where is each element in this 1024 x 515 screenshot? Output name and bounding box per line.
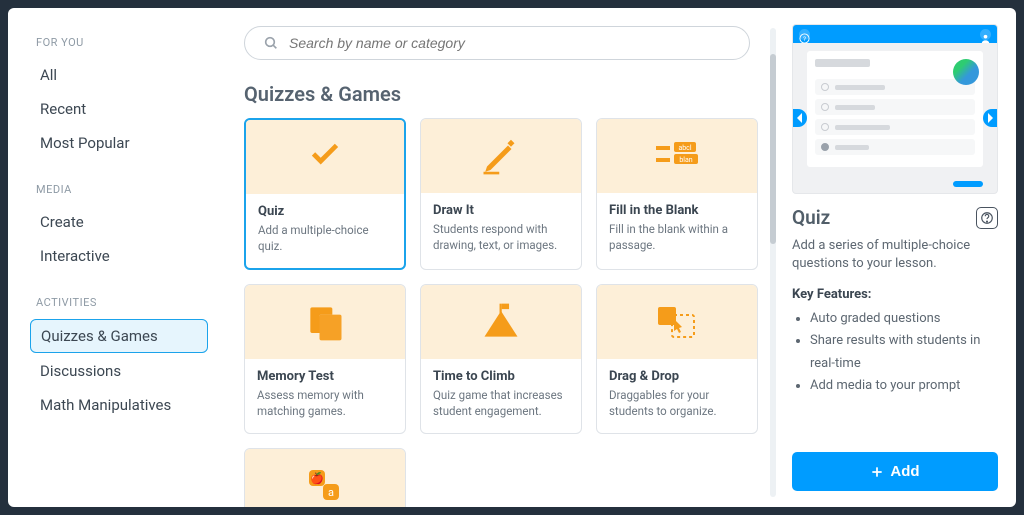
panel-desc: Add a series of multiple-choice question…: [792, 237, 998, 273]
sidebar-item-math-manipulatives[interactable]: Math Manipulatives: [30, 389, 208, 421]
sidebar-group-label: FOR YOU: [36, 36, 208, 49]
card-desc: Add a multiple-choice quiz.: [258, 223, 392, 254]
sidebar-item-discussions[interactable]: Discussions: [30, 355, 208, 387]
feature-item: Auto graded questions: [810, 308, 998, 330]
abc-icon: 🍎 a: [303, 466, 347, 506]
card-desc: Quiz game that increases student engagem…: [433, 388, 569, 419]
card-draw-it[interactable]: Draw It Students respond with drawing, t…: [420, 118, 582, 270]
user-icon: [980, 29, 991, 40]
info-icon[interactable]: [976, 207, 998, 229]
svg-text:blan: blan: [679, 156, 692, 164]
card-desc: Assess memory with matching games.: [257, 388, 393, 419]
add-button[interactable]: Add: [792, 452, 998, 491]
drag-icon: [652, 301, 702, 343]
svg-text:a: a: [328, 486, 334, 499]
sidebar-item-create[interactable]: Create: [30, 206, 208, 238]
card-title: Memory Test: [257, 369, 393, 384]
sidebar-group-label: ACTIVITIES: [36, 296, 208, 309]
fill-blank-icon: abcl blan: [650, 136, 704, 176]
panel-title: Quiz: [792, 206, 830, 229]
svg-text:?: ?: [803, 34, 806, 42]
feature-item: Share results with students in real-time: [810, 330, 998, 374]
preview-thumbnail: ?: [792, 24, 998, 194]
search-input[interactable]: [289, 35, 731, 51]
sidebar-group-label: MEDIA: [36, 183, 208, 196]
cards-icon: [303, 300, 347, 344]
prev-arrow[interactable]: [793, 109, 807, 127]
section-title: Quizzes & Games: [244, 82, 768, 106]
card-title: Drag & Drop: [609, 369, 745, 384]
card-memory-test[interactable]: Memory Test Assess memory with matching …: [244, 284, 406, 434]
scrollbar-thumb[interactable]: [770, 54, 776, 244]
add-label: Add: [890, 463, 919, 480]
app-window: FOR YOU All Recent Most Popular MEDIA Cr…: [8, 8, 1016, 507]
card-time-to-climb[interactable]: Time to Climb Quiz game that increases s…: [420, 284, 582, 434]
features-heading: Key Features:: [792, 287, 998, 302]
preview-panel: ? Quiz: [778, 8, 1016, 507]
next-arrow[interactable]: [983, 109, 997, 127]
pencil-icon: [480, 135, 522, 177]
svg-text:abcl: abcl: [678, 144, 691, 152]
card-partial[interactable]: 🍎 a: [244, 448, 406, 507]
globe-icon: [953, 59, 979, 85]
card-title: Time to Climb: [433, 369, 569, 384]
check-icon: [302, 138, 348, 176]
main-content: Quizzes & Games Quiz Add a multiple-choi…: [218, 8, 778, 507]
card-title: Fill in the Blank: [609, 203, 745, 218]
card-desc: Students respond with drawing, text, or …: [433, 222, 569, 253]
features-list: Auto graded questions Share results with…: [792, 308, 998, 396]
card-desc: Draggables for your students to organize…: [609, 388, 745, 419]
sidebar-item-most-popular[interactable]: Most Popular: [30, 127, 208, 159]
card-fill-blank[interactable]: abcl blan Fill in the Blank Fill in the …: [596, 118, 758, 270]
search-icon: [263, 35, 279, 51]
card-desc: Fill in the blank within a passage.: [609, 222, 745, 253]
sidebar-item-quizzes-games[interactable]: Quizzes & Games: [30, 319, 208, 353]
feature-item: Add media to your prompt: [810, 375, 998, 397]
help-icon: ?: [799, 29, 810, 40]
card-quiz[interactable]: Quiz Add a multiple-choice quiz.: [244, 118, 406, 270]
progress-bar: [953, 181, 983, 187]
plus-icon: [870, 465, 884, 479]
sidebar: FOR YOU All Recent Most Popular MEDIA Cr…: [8, 8, 218, 507]
search-field[interactable]: [244, 26, 750, 60]
card-grid: Quiz Add a multiple-choice quiz. Draw It…: [244, 118, 768, 507]
svg-text:🍎: 🍎: [310, 471, 324, 485]
mountain-icon: [476, 300, 526, 344]
sidebar-item-interactive[interactable]: Interactive: [30, 240, 208, 272]
sidebar-item-recent[interactable]: Recent: [30, 93, 208, 125]
card-drag-drop[interactable]: Drag & Drop Draggables for your students…: [596, 284, 758, 434]
card-title: Quiz: [258, 204, 392, 219]
sidebar-item-all[interactable]: All: [30, 59, 208, 91]
card-title: Draw It: [433, 203, 569, 218]
